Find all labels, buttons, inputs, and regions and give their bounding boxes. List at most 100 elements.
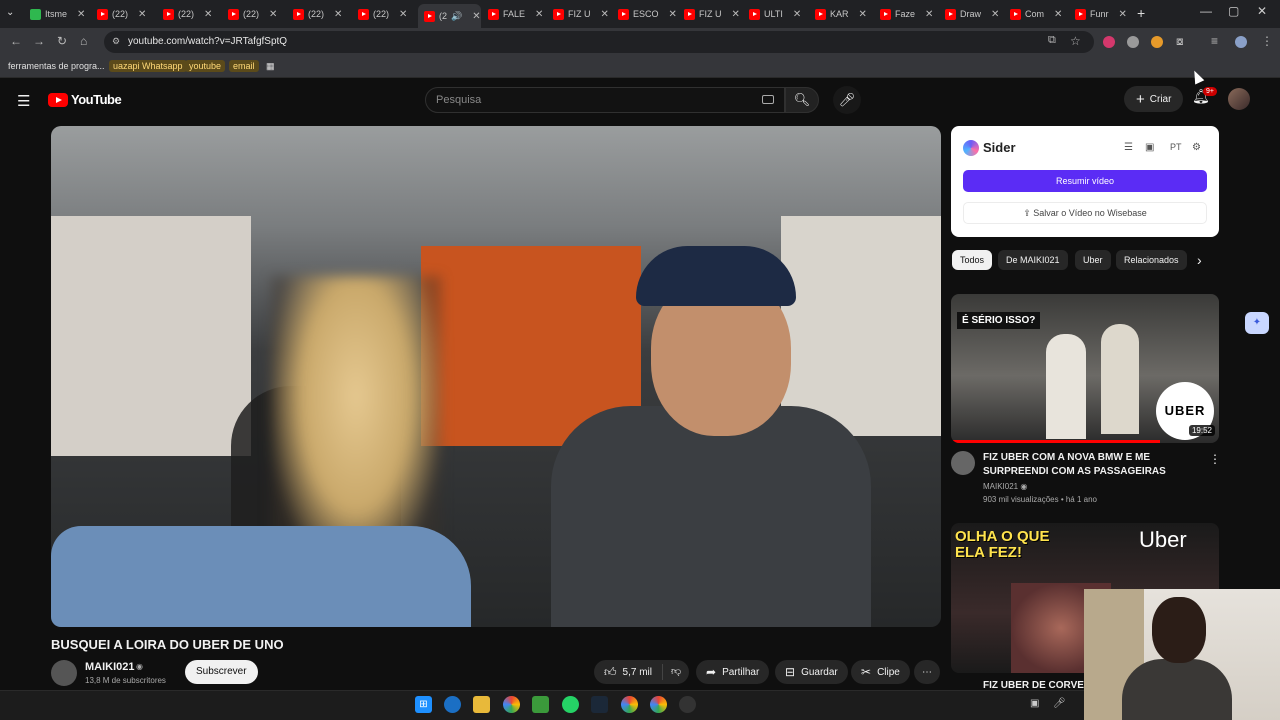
file-explorer-icon[interactable]	[473, 696, 490, 713]
tab-close-icon[interactable]: ✕	[859, 9, 867, 20]
more-options-icon[interactable]: ⋮	[1209, 452, 1221, 466]
recommendation-title[interactable]: FIZ UBER COM A NOVA BMW E ME SURPREENDI …	[983, 451, 1198, 479]
tab-close-icon[interactable]: ✕	[334, 9, 342, 20]
tab-close-icon[interactable]: ✕	[991, 9, 999, 20]
subscribe-button[interactable]: Subscrever	[185, 660, 258, 684]
search-button[interactable]: 🔍︎	[785, 87, 819, 113]
window-close-button[interactable]: ✕	[1257, 4, 1267, 18]
reload-button[interactable]: ↻	[57, 34, 67, 48]
share-button[interactable]: ➦ Partilhar	[696, 660, 770, 684]
chip-related[interactable]: Relacionados	[1116, 250, 1187, 270]
tab-youtube[interactable]: Com ✕	[1010, 4, 1062, 24]
tab-close-icon[interactable]: ✕	[204, 9, 212, 20]
tab-youtube[interactable]: ULTI ✕	[749, 4, 801, 24]
image-view-icon[interactable]: ▣	[1145, 142, 1154, 153]
address-bar[interactable]: ⚙ youtube.com/watch?v=JRTafgfSptQ	[104, 31, 1094, 53]
tab-close-icon[interactable]: ✕	[77, 9, 85, 20]
list-view-icon[interactable]: ☰	[1124, 142, 1133, 153]
back-button[interactable]: ←	[10, 34, 22, 48]
tab-close-icon[interactable]: ✕	[269, 9, 277, 20]
thumbs-down-icon[interactable]: 👎︎	[662, 664, 689, 680]
tab-youtube[interactable]: (22) ✕	[358, 4, 407, 24]
new-tab-button[interactable]: +	[1137, 5, 1145, 21]
windows-start-icon[interactable]: ⊞	[415, 696, 432, 713]
tab-close-icon[interactable]: ✕	[793, 9, 801, 20]
tab-close-icon[interactable]: ✕	[138, 9, 146, 20]
tab-close-icon[interactable]: ✕	[732, 9, 740, 20]
tab-youtube[interactable]: KAR ✕	[815, 4, 867, 24]
sider-float-icon[interactable]: ✦	[1245, 312, 1269, 334]
channel-name[interactable]: MAIKI021	[85, 661, 135, 673]
chevron-right-icon[interactable]: ›	[1197, 252, 1202, 268]
app-icon[interactable]	[532, 696, 549, 713]
window-maximize-button[interactable]: ▢	[1228, 4, 1239, 18]
cast-icon[interactable]: ⧉	[1048, 34, 1056, 47]
voice-search-button[interactable]: 🎤︎	[833, 86, 861, 114]
channel-avatar[interactable]	[951, 451, 975, 475]
tab-close-icon[interactable]: ✕	[669, 9, 677, 20]
home-icon[interactable]: ⌂	[80, 34, 87, 48]
extension-icon[interactable]	[1151, 36, 1163, 48]
address-url[interactable]: youtube.com/watch?v=JRTafgfSptQ	[128, 36, 287, 47]
apps-grid-icon[interactable]: ▦	[266, 61, 275, 72]
window-minimize-button[interactable]: —	[1200, 4, 1212, 18]
bookmark-item[interactable]: ferramentas de progra...	[8, 61, 105, 71]
whatsapp-icon[interactable]	[562, 696, 579, 713]
extension-icon[interactable]	[1127, 36, 1139, 48]
tab-youtube[interactable]: Faze ✕	[880, 4, 933, 24]
tray-microphone-icon[interactable]: 🎤︎	[1053, 698, 1066, 709]
summarize-video-button[interactable]: Resumir vídeo	[963, 170, 1207, 192]
save-button[interactable]: ⊟ Guardar	[775, 660, 848, 684]
extensions-puzzle-icon[interactable]: ⧇	[1176, 34, 1184, 49]
tab-close-icon[interactable]: ✕	[925, 9, 933, 20]
site-info-icon[interactable]: ⚙	[112, 36, 120, 47]
audio-icon[interactable]: 🔊	[451, 11, 462, 22]
browser-menu-icon[interactable]: ⋮	[1261, 34, 1273, 48]
tab-youtube[interactable]: ESCO ✕	[618, 4, 677, 24]
tab-youtube[interactable]: (22) ✕	[97, 4, 146, 24]
create-button[interactable]: + Criar	[1124, 86, 1184, 112]
channel-avatar[interactable]	[51, 660, 77, 686]
tray-image-icon[interactable]: ▣	[1030, 698, 1039, 709]
tab-youtube[interactable]: (22) ✕	[293, 4, 342, 24]
video-player[interactable]	[51, 126, 941, 627]
tab-youtube[interactable]: FALE ✕	[488, 4, 543, 24]
tab-youtube[interactable]: Draw ✕	[945, 4, 999, 24]
tab-itsme[interactable]: Itsme ✕	[30, 4, 85, 24]
bookmark-item[interactable]: email	[229, 60, 259, 72]
app-icon[interactable]	[679, 696, 696, 713]
hamburger-menu-icon[interactable]: ☰	[17, 92, 30, 110]
tab-youtube[interactable]: FIZ U ✕	[553, 4, 609, 24]
profile-avatar[interactable]	[1235, 36, 1247, 48]
more-actions-button[interactable]: ⋯	[914, 660, 940, 684]
tab-close-icon[interactable]: ✕	[1119, 9, 1127, 20]
tab-youtube[interactable]: Funr ✕	[1075, 4, 1127, 24]
extension-icon[interactable]	[1103, 36, 1115, 48]
tab-close-icon[interactable]: ✕	[601, 9, 609, 20]
recommendation-thumbnail[interactable]: É SÉRIO ISSO? UBER 19:52	[951, 294, 1219, 443]
language-select[interactable]: PT	[1170, 142, 1182, 152]
chip-channel[interactable]: De MAIKI021	[998, 250, 1068, 270]
search-input[interactable]: Pesquisa	[425, 87, 785, 113]
recommendation-channel[interactable]: MAIKI021 ◉	[983, 482, 1027, 491]
tab-close-icon[interactable]: ✕	[1054, 9, 1062, 20]
clip-button[interactable]: ✂ Clipe	[851, 660, 910, 684]
tab-youtube[interactable]: (22) ✕	[163, 4, 212, 24]
steam-icon[interactable]	[591, 696, 608, 713]
keyboard-icon[interactable]	[762, 95, 774, 104]
tab-youtube[interactable]: FIZ U ✕	[684, 4, 740, 24]
tab-close-icon[interactable]: ✕	[535, 9, 543, 20]
chip-uber[interactable]: Uber	[1075, 250, 1111, 270]
forward-button[interactable]: →	[33, 34, 45, 48]
chrome-icon[interactable]	[621, 696, 638, 713]
chrome-icon[interactable]	[503, 696, 520, 713]
bookmark-star-icon[interactable]: ☆	[1070, 34, 1081, 48]
chip-all[interactable]: Todos	[952, 250, 993, 270]
tab-youtube[interactable]: (22) ✕	[228, 4, 277, 24]
save-to-wisebase-button[interactable]: ⇪ Salvar o Vídeo no Wisebase	[963, 202, 1207, 224]
youtube-logo[interactable]: YouTube	[48, 92, 122, 107]
like-button[interactable]: 👍︎ 5,7 mil 👎︎	[594, 660, 690, 684]
bookmark-item[interactable]: uazapi Whatsapp	[109, 60, 187, 72]
chrome-icon[interactable]	[650, 696, 667, 713]
tab-close-icon[interactable]: ✕	[472, 11, 480, 22]
